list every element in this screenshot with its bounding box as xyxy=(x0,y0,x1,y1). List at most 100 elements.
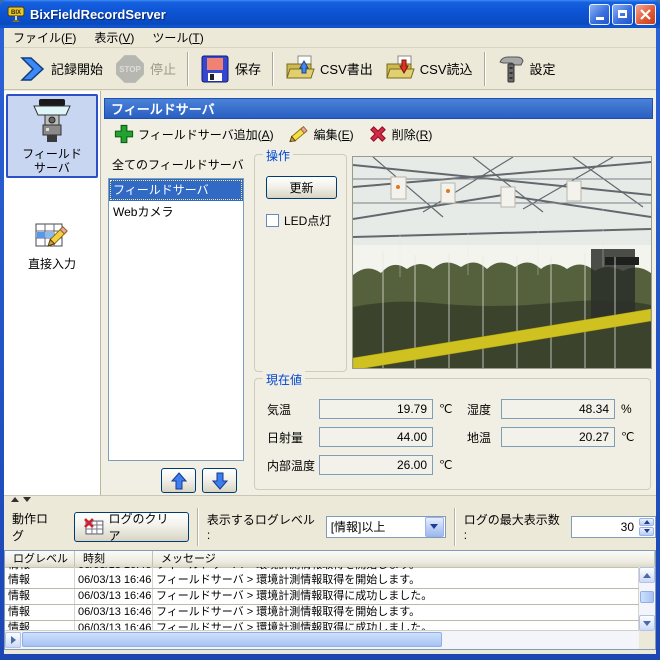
solar-value-field[interactable]: 44.00 xyxy=(319,427,433,447)
minimize-button[interactable] xyxy=(589,4,610,25)
main-panel: フィールドサーバ フィールドサーバ追加(A) xyxy=(101,91,656,495)
record-start-icon xyxy=(18,55,46,83)
add-plus-icon xyxy=(114,124,134,144)
move-down-button[interactable] xyxy=(202,468,237,493)
maximize-icon xyxy=(618,10,627,18)
scroll-right-icon xyxy=(11,636,16,644)
menu-tools[interactable]: ツール(T) xyxy=(143,28,212,48)
led-checkbox[interactable] xyxy=(266,214,279,227)
main-toolbar: 記録開始 STOP 停止 保存 xyxy=(4,48,656,90)
vertical-scroll-thumb[interactable] xyxy=(640,591,654,603)
soil-temp-value-field[interactable]: 20.27 xyxy=(501,427,615,447)
list-item-webcam[interactable]: Webカメラ xyxy=(109,201,243,223)
log-message-cell: フィールドサーバ > 環境計測情報取得を開始します。 xyxy=(153,573,639,588)
scrollbar-corner xyxy=(639,631,655,649)
vertical-scrollbar[interactable] xyxy=(639,567,655,631)
dropdown-arrow-button[interactable] xyxy=(425,517,444,537)
log-time-cell: 06/03/13 16:46:17 xyxy=(75,589,153,604)
max-log-count-value: 30 xyxy=(572,517,638,537)
sidebar-item-field-server[interactable]: フィールド サーバ xyxy=(6,94,98,178)
humidity-value-field[interactable]: 48.34 xyxy=(501,399,615,419)
log-message-cell: フィールドサーバ > 環境計測情報取得に成功しました。 xyxy=(153,589,639,604)
log-time-cell: 06/03/13 16:46:11 xyxy=(75,573,153,588)
splitter-collapse-up-icon xyxy=(11,497,19,502)
column-header-time[interactable]: 時刻 xyxy=(75,551,153,567)
sidebar-item-label: サーバ xyxy=(34,161,70,175)
log-table: ログレベル 時刻 メッセージ 情報 06/03/13 16:46:11 フィール… xyxy=(4,550,656,650)
csv-import-button[interactable]: CSV読込 xyxy=(379,51,479,87)
arrow-up-icon xyxy=(171,472,187,490)
move-up-button[interactable] xyxy=(161,468,196,493)
titlebar: BIX BixFieldRecordServer xyxy=(0,0,660,28)
column-header-message[interactable]: メッセージ xyxy=(153,551,655,567)
log-level-cell: 情報 xyxy=(5,605,75,620)
arrow-down-icon xyxy=(212,472,228,490)
current-values-groupbox: 現在値 気温 19.79 ℃ 湿度 48.34 % 日射量 44.00 xyxy=(254,378,651,490)
controls-separator xyxy=(197,508,199,546)
scroll-up-button[interactable] xyxy=(639,567,655,583)
horizontal-scroll-thumb[interactable] xyxy=(22,632,442,647)
log-row[interactable]: 情報 06/03/13 16:46:34 フィールドサーバ > 環境計測情報取得… xyxy=(5,605,639,621)
record-start-button[interactable]: 記録開始 xyxy=(12,52,109,86)
greenhouse-photo xyxy=(353,157,651,368)
settings-button[interactable]: 設定 xyxy=(491,51,562,87)
toolbar-separator xyxy=(187,52,189,86)
soil-temp-label: 地温 xyxy=(467,429,501,446)
action-bar: フィールドサーバ追加(A) 編集(E) xyxy=(104,121,653,147)
menu-file[interactable]: ファイル(F) xyxy=(4,28,85,48)
log-row[interactable]: 情報 06/03/13 16:46:17 フィールドサーバ > 環境計測情報取得… xyxy=(5,589,639,605)
edit-button[interactable]: 編集(E) xyxy=(284,122,358,146)
temp-unit: ℃ xyxy=(439,402,463,416)
refresh-button[interactable]: 更新 xyxy=(266,176,337,199)
add-field-server-button[interactable]: フィールドサーバ追加(A) xyxy=(110,122,278,146)
scroll-right-button[interactable] xyxy=(5,632,21,648)
scroll-down-button[interactable] xyxy=(639,615,655,631)
led-checkbox-label: LED点灯 xyxy=(284,212,331,229)
list-item-field-server[interactable]: フィールドサーバ xyxy=(109,179,243,201)
log-level-selected-value: [情報]以上 xyxy=(327,518,424,535)
chevron-down-icon xyxy=(430,524,438,529)
sidebar-item-direct-input[interactable]: 直接入力 xyxy=(6,214,98,274)
csv-import-icon xyxy=(385,54,415,84)
stepper-up-button[interactable] xyxy=(639,518,654,527)
log-section-label: 動作ログ xyxy=(12,510,60,544)
splitter-collapse-down-icon xyxy=(23,497,31,502)
panel-header: フィールドサーバ xyxy=(104,98,653,119)
clear-log-button[interactable]: ログのクリア xyxy=(74,512,189,542)
scroll-down-icon xyxy=(643,621,651,626)
temp-value-field[interactable]: 19.79 xyxy=(319,399,433,419)
stepper-down-button[interactable] xyxy=(639,527,654,536)
current-values-title: 現在値 xyxy=(263,371,305,388)
bix-app-icon: BIX xyxy=(6,4,26,24)
internal-temp-value-field[interactable]: 26.00 xyxy=(319,455,433,475)
log-table-header: ログレベル 時刻 メッセージ xyxy=(5,551,655,568)
stop-button[interactable]: STOP 停止 xyxy=(109,51,182,87)
csv-export-button[interactable]: CSV書出 xyxy=(279,51,379,87)
minimize-icon xyxy=(596,17,604,20)
edit-pencil-icon xyxy=(288,124,310,144)
chevron-up-icon xyxy=(644,520,650,524)
log-time-cell: 06/03/13 16:46:34 xyxy=(75,605,153,620)
horizontal-splitter[interactable] xyxy=(4,495,656,503)
save-button[interactable]: 保存 xyxy=(194,51,267,87)
maximize-button[interactable] xyxy=(612,4,633,25)
operation-groupbox: 操作 更新 LED点灯 xyxy=(254,154,347,372)
delete-button[interactable]: 削除(R) xyxy=(364,122,437,146)
max-log-count-stepper[interactable]: 30 xyxy=(571,516,656,538)
horizontal-scrollbar[interactable] xyxy=(5,630,639,649)
stop-icon: STOP xyxy=(115,54,145,84)
delete-x-icon xyxy=(368,124,388,144)
close-button[interactable] xyxy=(635,4,656,25)
internal-temp-label: 内部温度 xyxy=(267,457,319,474)
column-header-level[interactable]: ログレベル xyxy=(5,551,75,567)
sidebar-item-label: 直接入力 xyxy=(28,257,76,271)
log-row[interactable]: 情報 06/03/13 16:46:11 フィールドサーバ > 環境計測情報取得… xyxy=(5,573,639,589)
humidity-label: 湿度 xyxy=(467,401,501,418)
controls-separator xyxy=(454,508,456,546)
window-title: BixFieldRecordServer xyxy=(30,7,589,22)
menubar: ファイル(F) 表示(V) ツール(T) xyxy=(4,28,656,48)
toolbar-separator xyxy=(484,52,486,86)
menu-view[interactable]: 表示(V) xyxy=(85,28,143,48)
log-level-dropdown[interactable]: [情報]以上 xyxy=(326,516,446,538)
max-log-count-label: ログの最大表示数 : xyxy=(464,511,566,542)
